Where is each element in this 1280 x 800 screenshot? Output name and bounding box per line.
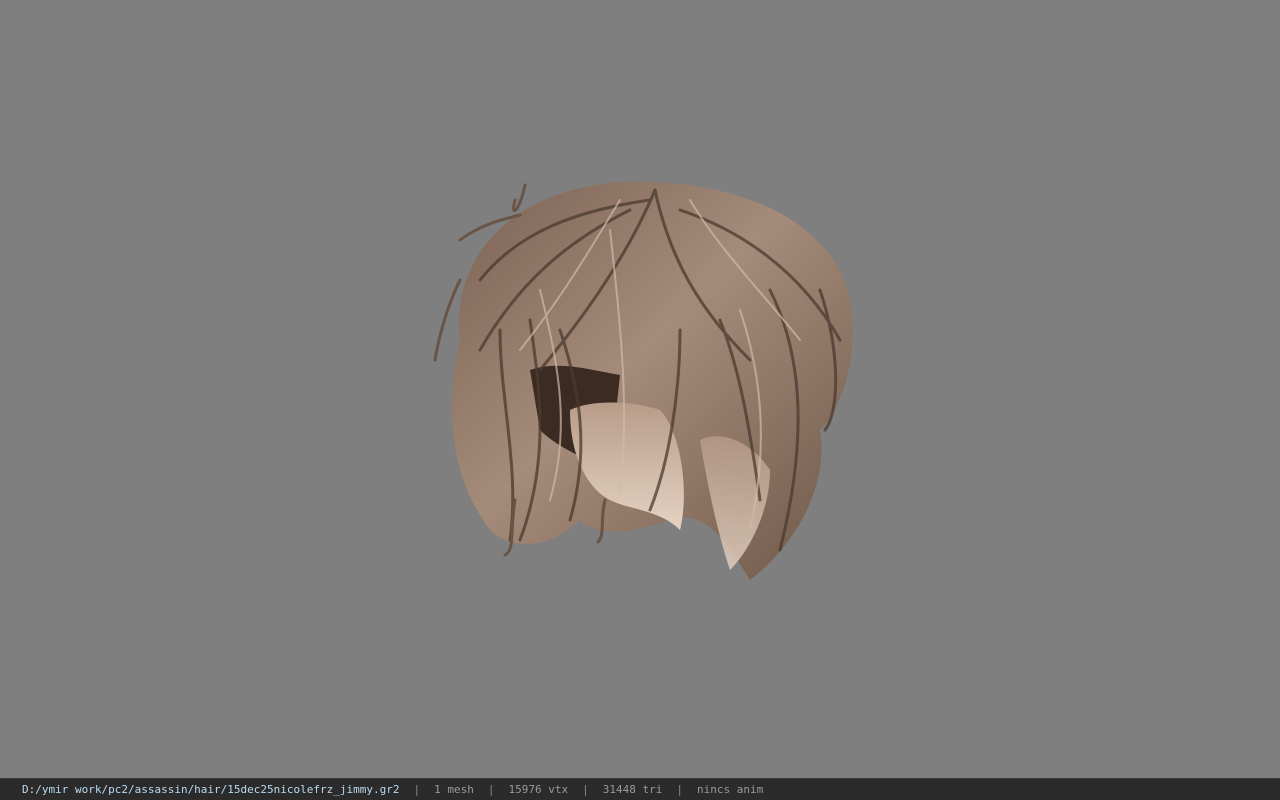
3d-viewport[interactable] [0,0,1280,778]
animation-status: nincs anim [696,783,764,796]
separator: | [413,783,421,796]
hair-model[interactable] [420,170,870,590]
separator: | [676,783,683,796]
triangle-count: 31448 tri [602,783,663,796]
separator: | [487,783,495,796]
mesh-count: 1 mesh [434,783,474,796]
status-bar: D:/ymir work/pc2/assassin/hair/15dec25ni… [0,778,1280,800]
vertex-count: 15976 vtx [508,783,569,796]
separator: | [582,783,589,796]
file-path: D:/ymir work/pc2/assassin/hair/15dec25ni… [22,783,400,796]
